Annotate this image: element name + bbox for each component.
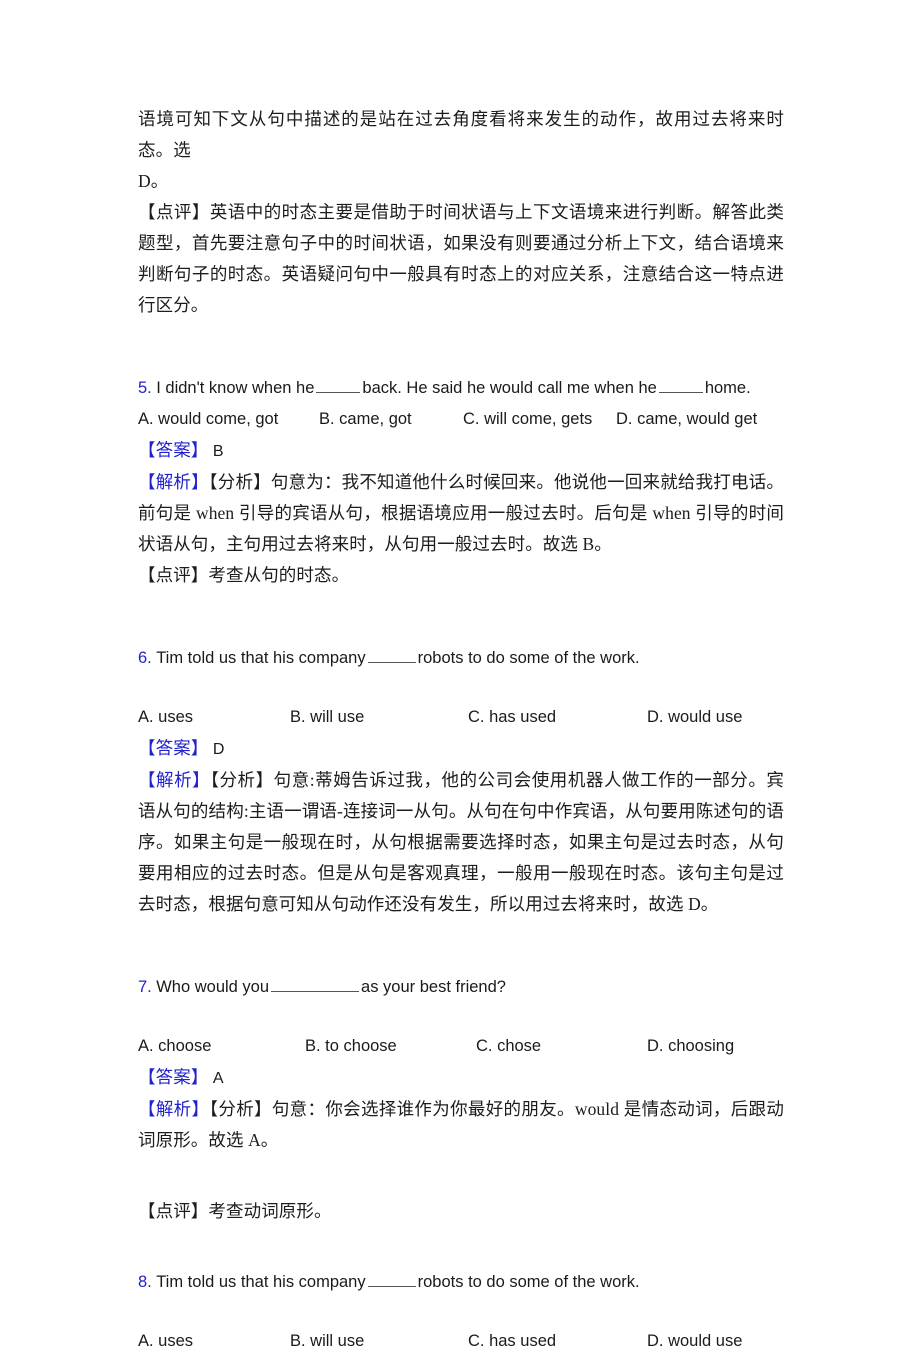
analysis-line-7: 【解析】【分析】句意：你会选择谁作为你最好的朋友。would 是情态动词，后跟动… <box>138 1094 784 1156</box>
option-a[interactable]: A. choose <box>138 1031 211 1062</box>
option-c[interactable]: C. chose <box>476 1031 541 1062</box>
answer-marker: 【答案】 <box>138 440 209 460</box>
question-number: 7. <box>138 978 152 996</box>
question-number: 5. <box>138 379 152 397</box>
comment-marker: 【点评】 <box>138 202 210 222</box>
question-block-6: 6. Tim told us that his company robots to… <box>138 643 784 920</box>
option-b[interactable]: B. came, got <box>319 404 412 435</box>
option-d[interactable]: D. would use <box>647 702 742 733</box>
stem-text-after: robots to do some of the work. <box>417 1273 640 1291</box>
options-row-5: A. would come, got B. came, got C. will … <box>138 404 784 435</box>
comment-body: 考查动词原形。 <box>208 1201 332 1221</box>
option-c[interactable]: C. has used <box>468 702 556 733</box>
answer-blank[interactable] <box>367 648 416 663</box>
answer-value: B <box>212 443 224 460</box>
answer-line-5: 【答案】 B <box>138 435 784 467</box>
question-block-7: 7. Who would you as your best friend? A. … <box>138 972 784 1227</box>
comment-line-5: 【点评】考查从句的时态。 <box>138 560 784 591</box>
analysis-line-5: 【解析】【分析】句意为：我不知道他什么时候回来。他说他一回来就给我打电话。前句是… <box>138 467 784 560</box>
question-stem-6: 6. Tim told us that his company robots to… <box>138 643 784 674</box>
question-number: 6. <box>138 649 152 667</box>
top-paragraph-line1: 语境可知下文从句中描述的是站在过去角度看将来发生的动作，故用过去将来时态。选 <box>138 109 784 160</box>
answer-value: D <box>212 741 225 758</box>
answer-blank[interactable] <box>271 977 360 992</box>
question-stem-7: 7. Who would you as your best friend? <box>138 972 784 1003</box>
option-d[interactable]: D. came, would get <box>616 404 757 435</box>
question-block-8: 8. Tim told us that his company robots to… <box>138 1267 784 1357</box>
question-block-5: 5. I didn't know when he back. He said he… <box>138 373 784 591</box>
comment-marker: 【点评】 <box>138 565 209 585</box>
stem-text-before: I didn't know when he <box>156 379 315 397</box>
answer-marker: 【答案】 <box>138 1067 209 1087</box>
analysis-body: 句意:蒂姆告诉过我，他的公司会使用机器人做工作的一部分。宾语从句的结构:主语一谓… <box>138 770 784 914</box>
answer-blank[interactable] <box>316 378 361 393</box>
analysis-line-6: 【解析】【分析】句意:蒂姆告诉过我，他的公司会使用机器人做工作的一部分。宾语从句… <box>138 765 784 920</box>
question-stem-5: 5. I didn't know when he back. He said he… <box>138 373 784 404</box>
analysis-sub-marker: 【分析】 <box>208 472 271 492</box>
answer-blank[interactable] <box>367 1272 416 1287</box>
stem-text-before: Tim told us that his company <box>156 1273 366 1291</box>
stem-text-after: robots to do some of the work. <box>417 649 640 667</box>
comment-body: 英语中的时态主要是借助于时间状语与上下文语境来进行判断。解答此类题型，首先要注意… <box>138 202 784 315</box>
comment-marker: 【点评】 <box>138 1201 209 1221</box>
option-c[interactable]: C. will come, gets <box>463 404 592 435</box>
answer-marker: 【答案】 <box>138 738 209 758</box>
top-comment-paragraph: 【点评】英语中的时态主要是借助于时间状语与上下文语境来进行判断。解答此类题型，首… <box>138 197 784 321</box>
options-row-6: A. uses B. will use C. has used D. would… <box>138 702 784 733</box>
comment-line-7: 【点评】考查动词原形。 <box>138 1196 784 1227</box>
analysis-marker: 【解析】 <box>138 770 211 790</box>
analysis-sub-marker: 【分析】 <box>210 770 274 790</box>
document-content: 语境可知下文从句中描述的是站在过去角度看将来发生的动作，故用过去将来时态。选 D… <box>138 104 784 1357</box>
analysis-marker: 【解析】 <box>138 472 209 492</box>
option-d[interactable]: D. would use <box>647 1326 742 1357</box>
answer-value: A <box>212 1070 224 1087</box>
analysis-marker: 【解析】 <box>138 1099 210 1119</box>
option-a[interactable]: A. uses <box>138 1326 193 1357</box>
stem-text-before: Tim told us that his company <box>156 649 366 667</box>
stem-text-after: as your best friend? <box>361 978 506 996</box>
option-c[interactable]: C. has used <box>468 1326 556 1357</box>
option-b[interactable]: B. to choose <box>305 1031 397 1062</box>
option-d[interactable]: D. choosing <box>647 1031 734 1062</box>
options-row-7: A. choose B. to choose C. chose D. choos… <box>138 1031 784 1062</box>
answer-line-6: 【答案】 D <box>138 733 784 765</box>
option-a[interactable]: A. would come, got <box>138 404 278 435</box>
option-b[interactable]: B. will use <box>290 1326 364 1357</box>
analysis-sub-marker: 【分析】 <box>209 1099 272 1119</box>
stem-text-after: home. <box>704 379 751 397</box>
options-row-8: A. uses B. will use C. has used D. would… <box>138 1326 784 1357</box>
answer-line-7: 【答案】 A <box>138 1062 784 1094</box>
option-b[interactable]: B. will use <box>290 702 364 733</box>
document-page: 语境可知下文从句中描述的是站在过去角度看将来发生的动作，故用过去将来时态。选 D… <box>0 0 920 1350</box>
comment-body: 考查从句的时态。 <box>208 565 350 585</box>
stem-text-before: Who would you <box>156 978 270 996</box>
question-number: 8. <box>138 1273 152 1291</box>
stem-text-middle: back. He said he would call me when he <box>362 379 657 397</box>
question-stem-8: 8. Tim told us that his company robots to… <box>138 1267 784 1298</box>
top-paragraph-line2: D。 <box>138 171 169 191</box>
answer-blank[interactable] <box>658 378 703 393</box>
option-a[interactable]: A. uses <box>138 702 193 733</box>
